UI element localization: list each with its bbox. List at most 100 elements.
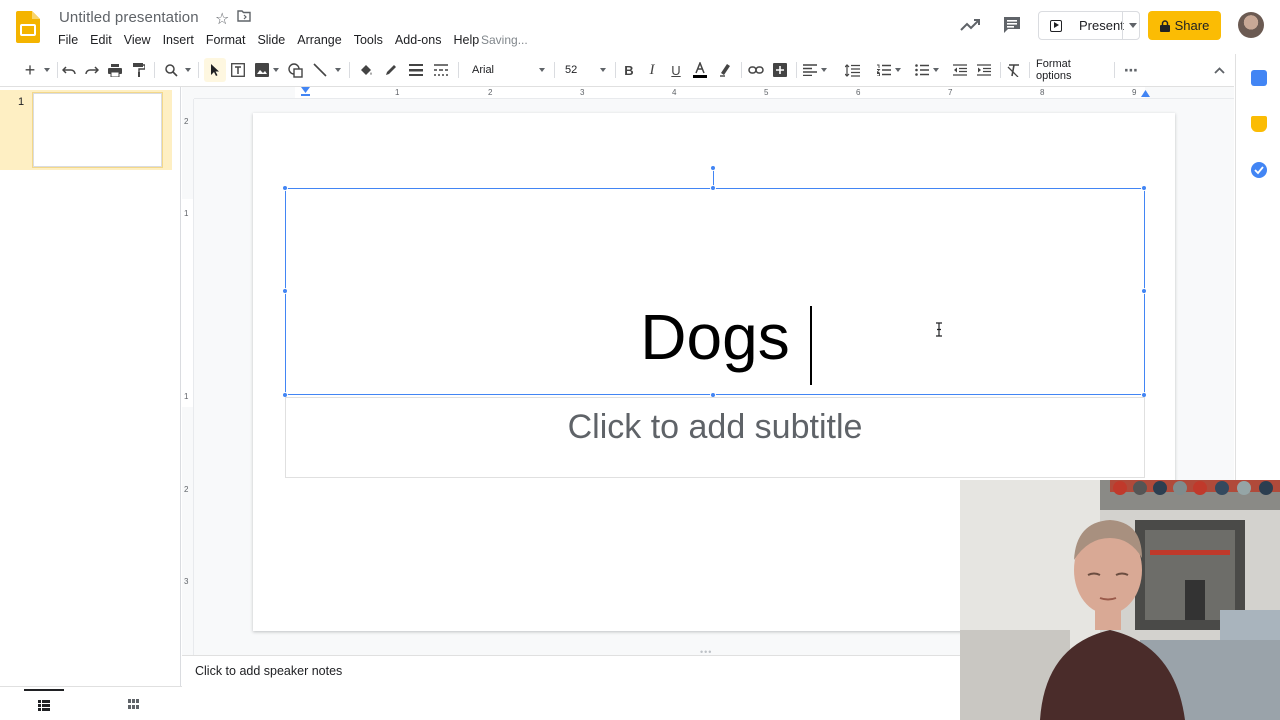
slides-logo[interactable] [16, 11, 40, 43]
text-color-icon[interactable] [690, 58, 710, 82]
border-color-icon[interactable] [381, 58, 401, 82]
toolbar: + Arial 52 B I U Format options ⋯ [12, 58, 1234, 82]
bulleted-list-icon[interactable] [912, 58, 932, 82]
keep-icon[interactable] [1251, 116, 1267, 132]
resize-handle-w[interactable] [282, 288, 288, 294]
subtitle-placeholder[interactable]: Click to add subtitle [285, 408, 1145, 447]
border-weight-icon[interactable] [406, 58, 426, 82]
menu-file[interactable]: File [52, 31, 84, 49]
bulleted-list-caret[interactable] [931, 58, 941, 82]
align-icon[interactable] [800, 58, 820, 82]
highlight-color-icon[interactable] [715, 58, 735, 82]
collapse-menus-icon[interactable] [1209, 58, 1229, 82]
slide-number: 1 [18, 96, 25, 108]
ruler-tick: 8 [1040, 88, 1045, 97]
more-options-icon[interactable]: ⋯ [1120, 58, 1142, 82]
ruler-tick: 2 [184, 485, 189, 494]
share-button[interactable]: Share [1148, 11, 1221, 40]
text-cursor-icon [936, 322, 942, 337]
line-icon[interactable] [310, 58, 330, 82]
menu-insert[interactable]: Insert [157, 31, 200, 49]
font-family-select[interactable]: Arial [472, 58, 547, 82]
app-header: Untitled presentation ☆ File Edit View I… [0, 0, 1280, 54]
decrease-indent-icon[interactable] [950, 58, 970, 82]
print-icon[interactable] [106, 58, 124, 82]
comment-icon[interactable] [1002, 15, 1022, 35]
line-caret[interactable] [333, 58, 343, 82]
image-caret[interactable] [271, 58, 281, 82]
vertical-ruler[interactable]: 2 1 1 2 3 [182, 99, 194, 655]
filmstrip-view-button[interactable] [24, 689, 64, 719]
fill-color-icon[interactable] [356, 58, 376, 82]
document-title[interactable]: Untitled presentation [59, 9, 199, 26]
align-caret[interactable] [819, 58, 829, 82]
resize-handle-ne[interactable] [1141, 185, 1147, 191]
font-family-value: Arial [472, 64, 495, 76]
toolbar-divider [615, 62, 616, 78]
folder-icon[interactable] [237, 10, 251, 22]
ruler-tick: 1 [184, 392, 189, 401]
resize-handle-e[interactable] [1141, 288, 1147, 294]
grid-view-icon [127, 699, 139, 709]
filmstrip-slide-1[interactable]: 1 [0, 90, 172, 170]
shape-icon[interactable] [285, 58, 305, 82]
activity-icon[interactable] [959, 14, 981, 36]
slide-thumbnail[interactable] [33, 93, 162, 167]
undo-icon[interactable] [60, 58, 78, 82]
resize-handle-nw[interactable] [282, 185, 288, 191]
font-size-caret[interactable] [598, 58, 608, 82]
numbered-list-caret[interactable] [893, 58, 903, 82]
line-spacing-icon[interactable] [842, 58, 862, 82]
slide-title-text[interactable]: Dogs [285, 300, 1145, 374]
ruler-tick: 3 [580, 88, 585, 97]
image-icon[interactable] [252, 58, 272, 82]
filmstrip-footer [0, 686, 182, 720]
rotate-handle[interactable] [710, 165, 716, 171]
present-options-caret[interactable] [1129, 23, 1137, 28]
italic-icon[interactable]: I [643, 58, 661, 82]
filmstrip-view-icon [38, 699, 50, 711]
horizontal-ruler[interactable]: 1 2 3 4 5 6 7 8 9 [194, 87, 1234, 99]
select-tool-icon[interactable] [204, 58, 226, 82]
menu-arrange[interactable]: Arrange [291, 31, 347, 49]
zoom-icon[interactable] [162, 58, 180, 82]
bold-icon[interactable]: B [620, 58, 638, 82]
ruler-tick: 9 [1132, 88, 1137, 97]
add-comment-icon[interactable] [770, 58, 790, 82]
indent-marker-left-icon[interactable] [301, 87, 310, 96]
numbered-list-icon[interactable] [874, 58, 894, 82]
star-icon[interactable]: ☆ [215, 9, 229, 29]
increase-indent-icon[interactable] [974, 58, 994, 82]
font-caret[interactable] [537, 58, 547, 82]
tasks-icon[interactable] [1251, 162, 1267, 178]
present-icon [1050, 19, 1062, 32]
grid-view-button[interactable] [113, 689, 153, 719]
present-button[interactable]: Present [1038, 11, 1140, 40]
underline-icon[interactable]: U [667, 58, 685, 82]
border-dash-icon[interactable] [431, 58, 451, 82]
menu-view[interactable]: View [118, 31, 157, 49]
ruler-tick: 2 [184, 117, 189, 126]
new-slide-icon[interactable]: + [20, 58, 40, 82]
new-slide-caret[interactable] [42, 58, 52, 82]
menu-edit[interactable]: Edit [84, 31, 118, 49]
menu-addons[interactable]: Add-ons [389, 31, 448, 49]
toolbar-divider [1114, 62, 1115, 78]
speaker-notes-placeholder[interactable]: Click to add speaker notes [195, 664, 342, 678]
calendar-icon[interactable] [1251, 70, 1267, 86]
notes-resize-handle[interactable]: ••• [700, 647, 712, 657]
format-options-button[interactable]: Format options [1036, 58, 1108, 82]
menu-format[interactable]: Format [200, 31, 252, 49]
redo-icon[interactable] [83, 58, 101, 82]
clear-formatting-icon[interactable] [1004, 58, 1024, 82]
avatar[interactable] [1238, 12, 1264, 38]
text-box-icon[interactable] [228, 58, 248, 82]
zoom-caret[interactable] [183, 58, 193, 82]
resize-handle-n[interactable] [710, 185, 716, 191]
menu-help[interactable]: Help [447, 31, 485, 49]
link-icon[interactable] [746, 58, 766, 82]
indent-marker-right-icon[interactable] [1141, 90, 1150, 97]
paint-format-icon[interactable] [130, 58, 148, 82]
menu-tools[interactable]: Tools [348, 31, 389, 49]
menu-slide[interactable]: Slide [251, 31, 291, 49]
